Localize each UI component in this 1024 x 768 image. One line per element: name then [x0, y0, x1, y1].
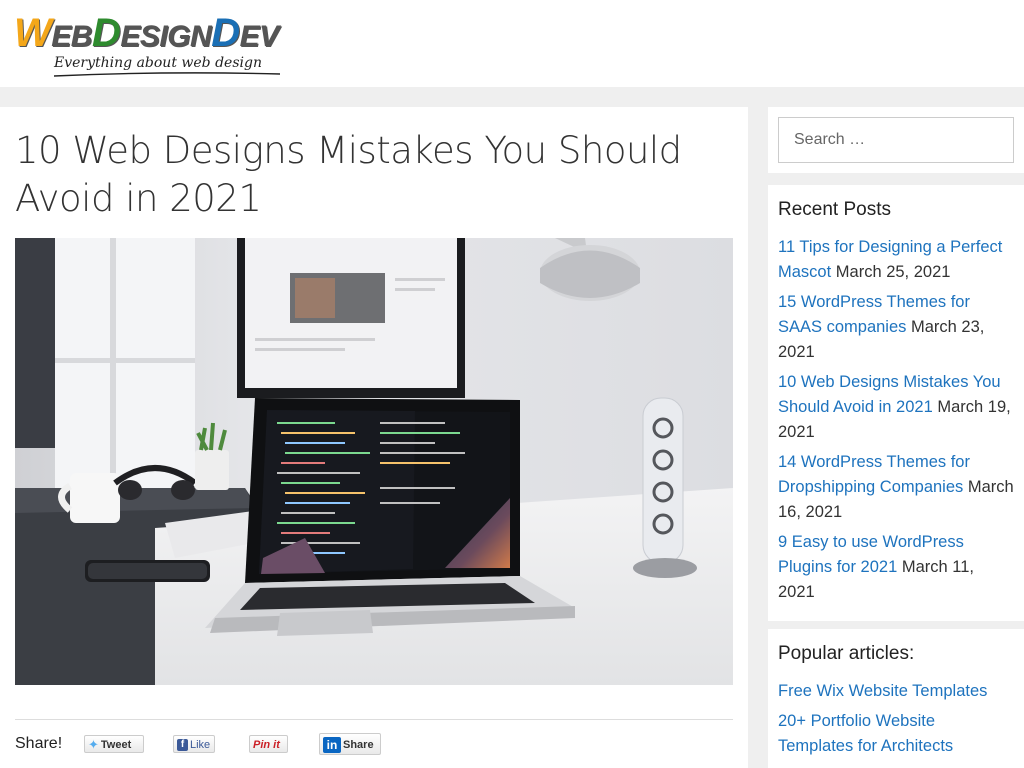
- popular-articles-title: Popular articles:: [778, 643, 915, 664]
- list-item: 15 WordPress Themes for SAAS companies M…: [778, 290, 1014, 365]
- logo-letter: W: [14, 11, 52, 55]
- logo-swoosh-icon: [53, 72, 281, 77]
- logo-letters: EV: [239, 20, 280, 53]
- list-item: 20+ Portfolio Website Templates for Arch…: [778, 709, 1014, 759]
- site-header: WEBDESIGNDEV Everything about web design: [0, 0, 1024, 87]
- logo-wordmark: WEBDESIGNDEV: [14, 13, 279, 57]
- popular-articles-widget: Popular articles: Free Wix Website Templ…: [768, 629, 1024, 768]
- laptop-desk-photo: [15, 238, 733, 685]
- list-item: 9 Easy to use WordPress Plugins for 2021…: [778, 530, 1014, 605]
- share-divider: [15, 719, 733, 720]
- twitter-bird-icon: ✦: [88, 737, 99, 753]
- featured-image: [15, 238, 733, 685]
- pinterest-pin-button[interactable]: Pin it: [249, 735, 288, 753]
- tweet-button[interactable]: ✦ Tweet: [84, 735, 144, 753]
- recent-posts-list: 11 Tips for Designing a Perfect Mascot M…: [778, 235, 1014, 610]
- facebook-like-button[interactable]: f Like: [173, 735, 215, 753]
- article: 10 Web Designs Mistakes You Should Avoid…: [0, 107, 748, 768]
- search-input[interactable]: [778, 117, 1014, 163]
- facebook-icon: f: [177, 739, 188, 752]
- recent-post-link[interactable]: 14 WordPress Themes for Dropshipping Com…: [778, 453, 970, 496]
- list-item: 10 Web Designs Mistakes You Should Avoid…: [778, 370, 1014, 445]
- list-item: 11 Tips for Designing a Perfect Mascot M…: [778, 235, 1014, 285]
- popular-articles-list: Free Wix Website Templates 20+ Portfolio…: [778, 679, 1014, 764]
- logo-letters: EB: [51, 20, 92, 53]
- recent-posts-title: Recent Posts: [778, 199, 891, 220]
- recent-posts-widget: Recent Posts 11 Tips for Designing a Per…: [768, 185, 1024, 621]
- site-logo[interactable]: WEBDESIGNDEV Everything about web design: [14, 13, 314, 77]
- linkedin-share-label: Share: [343, 739, 374, 751]
- search-widget: [768, 107, 1024, 173]
- logo-letters: ESIGN: [120, 20, 212, 53]
- popular-article-link[interactable]: 20+ Portfolio Website Templates for Arch…: [778, 712, 953, 755]
- share-bar: Share! ✦ Tweet f Like Pin it in Share: [15, 733, 733, 757]
- pin-label: Pin it: [253, 739, 280, 751]
- logo-letter: D: [91, 11, 121, 55]
- post-title: 10 Web Designs Mistakes You Should Avoid…: [15, 129, 682, 220]
- linkedin-icon: in: [323, 737, 341, 754]
- post-date: March 25, 2021: [835, 263, 951, 281]
- popular-article-link[interactable]: Free Wix Website Templates: [778, 682, 987, 700]
- tweet-label: Tweet: [100, 739, 132, 751]
- logo-tagline: Everything about web design: [54, 55, 262, 71]
- linkedin-share-button[interactable]: in Share: [319, 733, 381, 755]
- logo-letter: D: [211, 11, 240, 55]
- like-label: Like: [190, 739, 211, 751]
- share-label: Share!: [15, 735, 63, 752]
- list-item: 14 WordPress Themes for Dropshipping Com…: [778, 450, 1014, 525]
- list-item: Free Wix Website Templates: [778, 679, 1014, 704]
